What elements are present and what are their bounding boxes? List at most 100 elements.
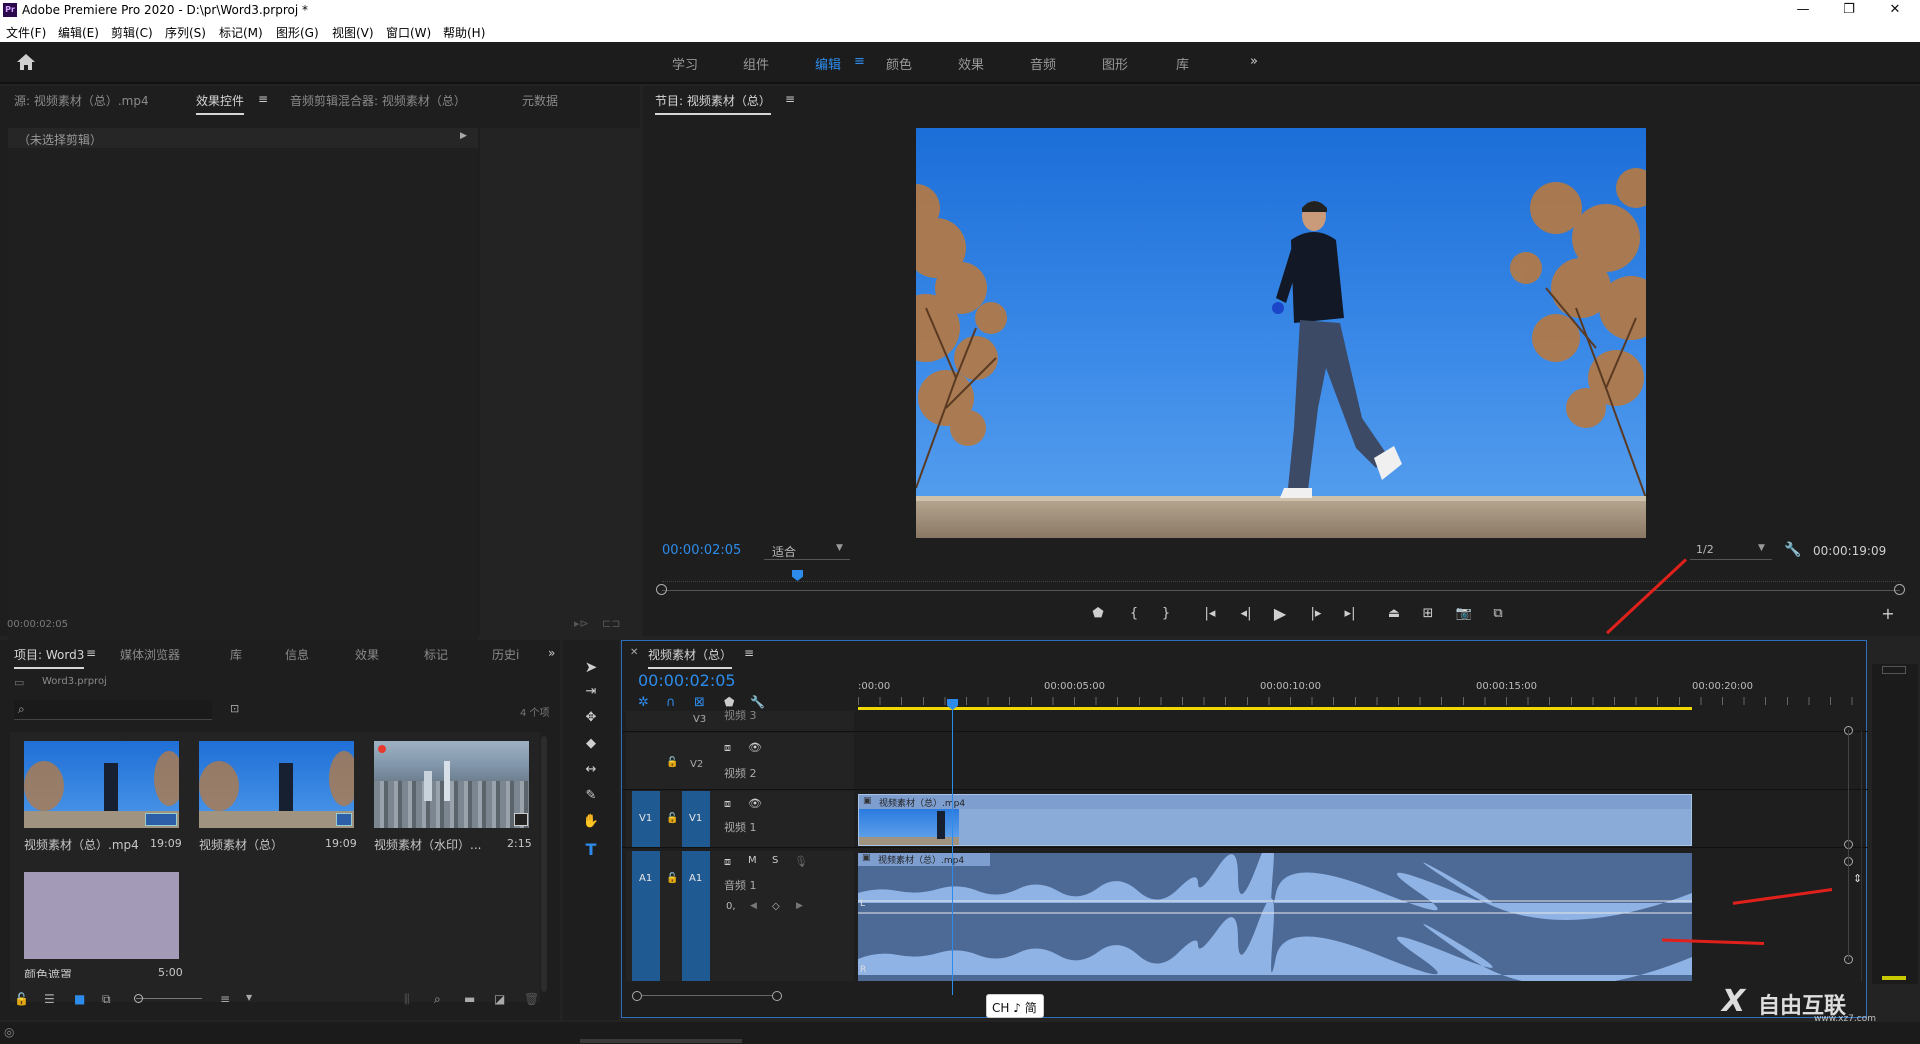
mark-in-icon[interactable]: { [1124, 606, 1144, 621]
export-frame-icon[interactable]: ▸⊳ [574, 617, 589, 630]
go-to-out-icon[interactable]: ▸| [1340, 606, 1360, 621]
new-item-icon[interactable]: ◪ [494, 992, 505, 1006]
scroll-left-handle[interactable] [632, 991, 642, 1001]
playback-resolution-dropdown[interactable]: 1/2 ▼ [1690, 540, 1772, 560]
hand-tool-icon[interactable]: ✋ [581, 814, 601, 829]
color-matte-thumbnail[interactable] [24, 872, 179, 959]
target-track-a1[interactable] [682, 851, 710, 981]
nest-toggle-icon[interactable]: ✲ [638, 695, 649, 710]
more-workspaces-icon[interactable]: » [1250, 54, 1258, 69]
tab-source[interactable]: 源: 视频素材（总）.mp4 [14, 92, 149, 109]
sequence-thumbnail[interactable] [199, 741, 354, 828]
wrench-settings-icon[interactable]: 🔧 [1784, 542, 1801, 558]
next-keyframe-icon[interactable]: ▶ [796, 901, 803, 911]
scrub-start-handle[interactable] [656, 584, 667, 595]
tab-media-browser[interactable]: 媒体浏览器 [120, 646, 180, 663]
prev-keyframe-icon[interactable]: ◀ [750, 901, 757, 911]
menu-edit[interactable]: 编辑(E) [58, 24, 99, 41]
workspace-learn[interactable]: 学习 [672, 54, 698, 73]
trash-icon[interactable]: 🗑 [524, 992, 539, 1006]
mark-out-icon[interactable]: } [1156, 606, 1176, 621]
comparison-view-icon[interactable]: ⧉ [1488, 606, 1508, 621]
sync-lock-icon[interactable]: ⧈ [724, 741, 731, 755]
workspace-libraries[interactable]: 库 [1176, 54, 1189, 73]
scroll-right-handle[interactable] [772, 991, 782, 1001]
zoom-fit-dropdown[interactable]: 适合 ▼ [764, 540, 850, 560]
step-forward-icon[interactable]: |▸ [1306, 606, 1326, 621]
tab-markers[interactable]: 标记 [424, 646, 448, 663]
ripple-edit-tool-icon[interactable]: ✥ [581, 710, 601, 725]
workspace-audio[interactable]: 音频 [1030, 54, 1056, 73]
zoom-slider[interactable] [136, 998, 202, 999]
panel-menu-icon[interactable]: ≡ [744, 646, 754, 660]
maximize-button[interactable]: ❐ [1826, 0, 1872, 20]
type-tool-icon[interactable]: T [581, 840, 601, 859]
menu-window[interactable]: 窗口(W) [386, 24, 431, 41]
chevron-down-icon[interactable]: ▼ [246, 993, 252, 1002]
automate-to-sequence-icon[interactable]: ⫼ [404, 992, 410, 1007]
sync-lock-icon[interactable]: ⧈ [724, 797, 731, 811]
menu-file[interactable]: 文件(F) [6, 24, 46, 41]
track-volume[interactable]: 0, [726, 901, 736, 912]
watermark-clip-thumbnail[interactable] [374, 741, 529, 828]
panel-menu-icon[interactable]: ≡ [258, 92, 268, 106]
new-bin-icon[interactable]: ▬ [464, 992, 475, 1006]
sequence-tab[interactable]: 视频素材（总） [648, 646, 733, 669]
lock-icon[interactable]: 🔓 [666, 873, 678, 884]
lock-icon[interactable]: 🔓 [666, 757, 678, 768]
razor-tool-icon[interactable]: ◆ [581, 736, 601, 751]
more-panels-icon[interactable]: » [548, 646, 555, 660]
find-icon[interactable]: ⌕ [434, 992, 441, 1007]
workspace-color[interactable]: 颜色 [886, 54, 912, 73]
snap-magnet-icon[interactable]: ∩ [666, 695, 676, 710]
add-keyframe-icon[interactable]: ◇ [772, 901, 780, 912]
sort-icon[interactable]: ≡ [220, 992, 230, 1006]
close-tab-icon[interactable]: ✕ [630, 647, 638, 658]
program-scrub-bar[interactable] [662, 590, 1900, 591]
clip-thumbnail[interactable] [24, 741, 179, 828]
eye-icon[interactable]: 👁 [748, 797, 762, 810]
extract-icon[interactable]: ⊞ [1418, 606, 1438, 621]
list-view-icon[interactable]: ☰ [44, 992, 55, 1006]
ime-indicator[interactable]: CH ♪ 简 [986, 994, 1044, 1018]
tab-project[interactable]: 项目: Word3 [14, 646, 85, 669]
menu-view[interactable]: 视图(V) [332, 24, 374, 41]
menu-graphics[interactable]: 图形(G) [276, 24, 319, 41]
vertical-scroll-track[interactable] [1861, 731, 1862, 981]
mute-button[interactable]: M [748, 855, 757, 866]
timeline-timecode[interactable]: 00:00:02:05 [638, 671, 736, 690]
clip-name[interactable]: 视频素材（总）.mp4 [24, 836, 139, 853]
tab-effects[interactable]: 效果 [355, 646, 379, 663]
program-playhead-timecode[interactable]: 00:00:02:05 [662, 543, 741, 558]
slip-tool-icon[interactable]: ↔ [581, 762, 601, 777]
menu-clip[interactable]: 剪辑(C) [111, 24, 153, 41]
filter-icon[interactable]: ⊏⊐ [602, 617, 620, 630]
minimize-button[interactable]: — [1780, 0, 1826, 20]
watermark-clip-name[interactable]: 视频素材（水印）... [374, 836, 481, 853]
track-select-tool-icon[interactable]: ⇥ [581, 684, 601, 699]
workspace-effects[interactable]: 效果 [958, 54, 984, 73]
new-search-bin-icon[interactable]: ⊡ [230, 702, 239, 715]
export-frame-camera-icon[interactable]: 📷 [1454, 606, 1474, 621]
track-height-scroll[interactable] [1848, 730, 1849, 960]
tab-audio-clip-mixer[interactable]: 音频剪辑混合器: 视频素材（总） [290, 92, 466, 109]
project-scrollbar[interactable] [541, 736, 547, 992]
workspace-assembly[interactable]: 组件 [743, 54, 769, 73]
close-button[interactable]: ✕ [1872, 0, 1918, 20]
workspace-menu-icon[interactable]: ≡ [854, 54, 865, 69]
home-icon[interactable] [16, 53, 36, 73]
sequence-name[interactable]: 视频素材（总） [199, 836, 283, 853]
sync-lock-icon[interactable]: ⧈ [724, 855, 731, 869]
work-area-bar[interactable] [858, 707, 1692, 710]
menu-help[interactable]: 帮助(H) [443, 24, 485, 41]
eye-icon[interactable]: 👁 [748, 741, 762, 754]
source-patch-a1[interactable] [632, 851, 660, 981]
scrub-end-handle[interactable] [1894, 584, 1905, 595]
step-back-icon[interactable]: ◂| [1236, 606, 1256, 621]
tab-metadata[interactable]: 元数据 [522, 92, 558, 109]
workspace-graphics[interactable]: 图形 [1102, 54, 1128, 73]
menu-marker[interactable]: 标记(M) [219, 24, 263, 41]
status-scrollbar[interactable] [580, 1039, 742, 1043]
tab-info[interactable]: 信息 [285, 646, 309, 663]
video-clip[interactable]: ▣ 视频素材（总）.mp4 [858, 794, 1692, 846]
